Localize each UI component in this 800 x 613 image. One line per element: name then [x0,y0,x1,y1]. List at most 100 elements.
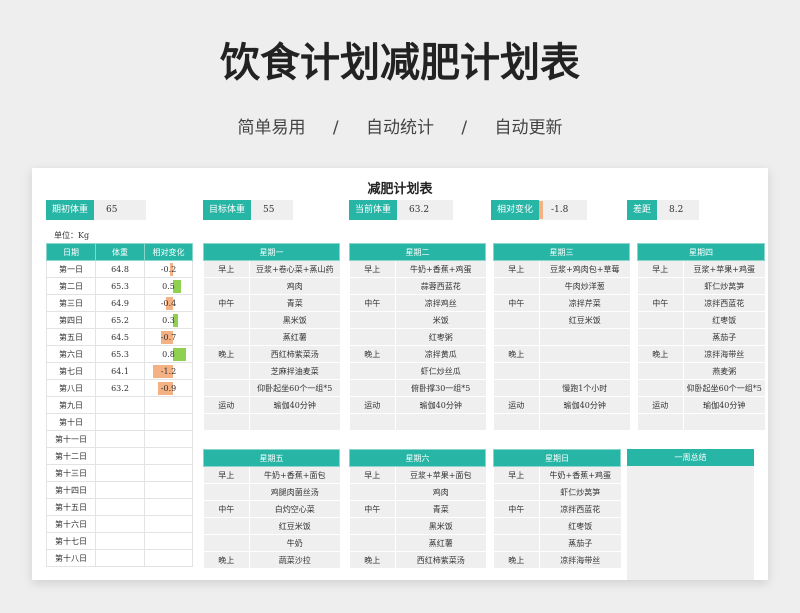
change-cell [144,532,193,550]
meal-item[interactable] [539,328,630,346]
meal-item[interactable]: 蒸红薯 [395,534,486,552]
meal-item[interactable]: 牛奶+香蕉+鸡蛋 [395,260,486,278]
meal-item[interactable]: 凉拌鸡丝 [395,294,486,312]
weight-cell[interactable] [95,430,145,448]
meal-item[interactable]: 牛奶+香蕉+面包 [249,466,340,484]
meal-item[interactable]: 蒸茄子 [683,328,765,346]
stat-value[interactable]: 63.2 [397,200,454,220]
meal-item[interactable]: 慢跑1个小时 [539,379,630,397]
meal-item[interactable] [395,413,486,431]
stat-value[interactable]: -1.8 [539,200,588,220]
weight-cell[interactable] [95,515,145,533]
gap [486,518,494,535]
weight-cell[interactable] [95,498,145,516]
meal-slot [493,277,540,295]
weight-cell[interactable]: 64.9 [95,294,145,312]
weekly-summary-box[interactable] [627,449,754,580]
meal-item[interactable]: 瑜伽40分钟 [539,396,630,414]
weight-cell[interactable]: 65.3 [95,277,145,295]
meal-item[interactable]: 蒸茄子 [539,534,621,552]
meal-item[interactable]: 豆浆+卷心菜+蒸山药 [249,260,340,278]
meal-item[interactable]: 蒸红薯 [249,328,340,346]
weight-cell[interactable] [95,532,145,550]
meal-item[interactable]: 凉拌海带丝 [683,345,765,363]
meal-item[interactable]: 虾仁炒莴笋 [683,277,765,295]
meal-item[interactable] [683,413,765,431]
stat-value[interactable]: 8.2 [657,200,700,220]
meal-item[interactable]: 凉拌西蓝花 [539,500,621,518]
stat-value[interactable]: 65 [94,200,147,220]
gap [340,552,350,569]
meal-item[interactable]: 西红柿紫菜汤 [249,345,340,363]
meal-item[interactable] [539,345,630,363]
weight-cell[interactable] [95,481,145,499]
meal-item[interactable]: 西红柿紫菜汤 [395,551,486,569]
weight-cell[interactable]: 64.8 [95,260,145,278]
table-row: 第十日 [46,413,193,431]
change-value: -0.2 [160,264,177,274]
weight-cell[interactable]: 64.5 [95,328,145,346]
meal-item[interactable] [539,413,630,431]
meal-item[interactable]: 青菜 [249,294,340,312]
weight-cell[interactable] [95,396,145,414]
meal-item[interactable]: 芝麻拌油麦菜 [249,362,340,380]
meal-item[interactable]: 牛奶+香蕉+鸡蛋 [539,466,621,484]
weight-cell[interactable]: 63.2 [95,379,145,397]
table-row: 第十五日 [46,498,193,516]
meal-slot: 早上 [493,466,540,484]
meal-item[interactable]: 豆浆+苹果+面包 [395,466,486,484]
meal-item[interactable]: 牛奶 [249,534,340,552]
weight-cell[interactable] [95,464,145,482]
date-cell: 第七日 [46,362,96,380]
meal-item[interactable]: 红枣饭 [683,311,765,329]
meal-item[interactable]: 黑米饭 [249,311,340,329]
weight-cell[interactable] [95,549,145,567]
meal-item[interactable]: 鸡腿肉菌丝汤 [249,483,340,501]
meal-item[interactable]: 青菜 [395,500,486,518]
meal-item[interactable]: 虾仁炒丝瓜 [395,362,486,380]
meal-item[interactable]: 鸡肉 [249,277,340,295]
meal-item[interactable]: 凉拌黄瓜 [395,345,486,363]
meal-slot: 早上 [493,260,540,278]
meal-item[interactable]: 白灼空心菜 [249,500,340,518]
meal-item[interactable]: 牛肉炒洋葱 [539,277,630,295]
meal-item[interactable]: 俯卧撑30一组*5 [395,379,486,397]
meal-item[interactable]: 鸡肉 [395,483,486,501]
stat-value[interactable]: 55 [251,200,294,220]
weight-cell[interactable]: 64.1 [95,362,145,380]
meal-item[interactable]: 瑜伽40分钟 [395,396,486,414]
plan-row: 早上 牛奶+香蕉+面包 早上 豆浆+苹果+面包 早上 牛奶+香蕉+鸡蛋 [203,466,621,484]
meal-item[interactable]: 蔬菜沙拉 [249,551,340,569]
meal-item[interactable]: 黑米饭 [395,517,486,535]
meal-slot [349,379,396,397]
meal-slot [637,311,684,329]
meal-item[interactable] [539,362,630,380]
meal-item[interactable]: 仰卧起坐60个一组*5 [683,379,765,397]
meal-item[interactable]: 红枣饭 [539,517,621,535]
change-cell: 0.5 [144,277,193,295]
meal-item[interactable]: 蒜蓉西蓝花 [395,277,486,295]
meal-item[interactable] [249,413,340,431]
weight-cell[interactable]: 65.3 [95,345,145,363]
meal-item[interactable]: 仰卧起坐60个一组*5 [249,379,340,397]
meal-item[interactable]: 凉拌西蓝花 [683,294,765,312]
gap [486,552,494,569]
meal-item[interactable]: 米饭 [395,311,486,329]
meal-item[interactable]: 瑜伽40分钟 [683,396,765,414]
meal-item[interactable]: 瑜伽40分钟 [249,396,340,414]
weight-cell[interactable] [95,447,145,465]
weight-cell[interactable] [95,413,145,431]
meal-item[interactable]: 红豆米饭 [539,311,630,329]
meal-item[interactable]: 凉拌海带丝 [539,551,621,569]
meal-slot [637,413,684,431]
meal-item[interactable]: 红豆米饭 [249,517,340,535]
weight-cell[interactable]: 65.2 [95,311,145,329]
meal-item[interactable]: 燕麦粥 [683,362,765,380]
meal-item[interactable]: 红枣粥 [395,328,486,346]
meal-slot: 早上 [203,466,250,484]
meal-item[interactable]: 凉拌芹菜 [539,294,630,312]
table-row: 第一日 64.8 -0.2 [46,260,193,278]
meal-item[interactable]: 豆浆+苹果+鸡蛋 [683,260,765,278]
meal-item[interactable]: 豆浆+鸡肉包+草莓 [539,260,630,278]
meal-item[interactable]: 虾仁炒莴笋 [539,483,621,501]
